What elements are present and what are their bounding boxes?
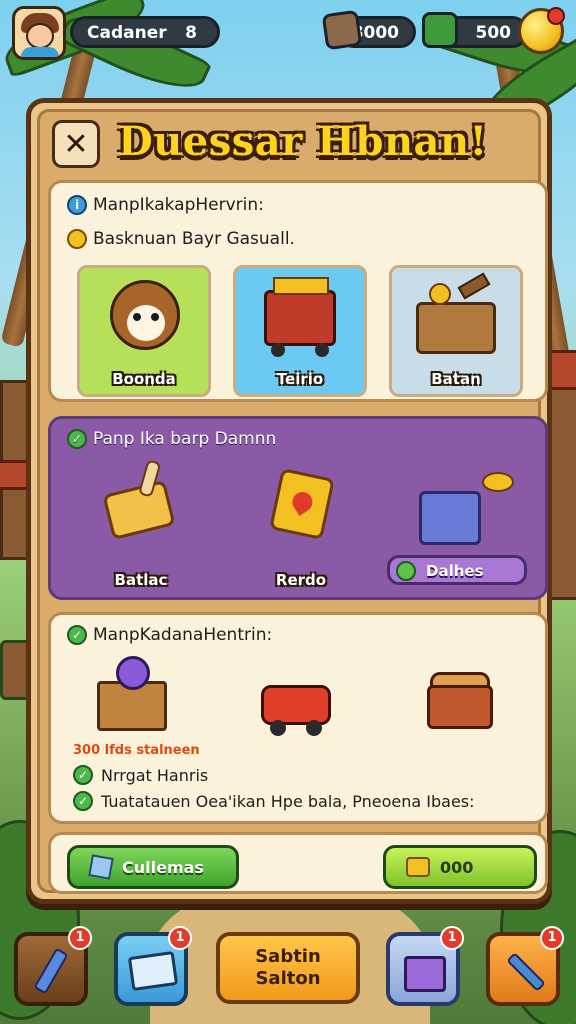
- gold-purchase-button-label: 000: [440, 857, 474, 877]
- section-rewards-heading: i ManpIkakapHervrin:: [67, 195, 264, 215]
- player-level: 8: [185, 23, 197, 43]
- cube-icon: [88, 854, 114, 880]
- close-x-icon: ✕: [63, 126, 89, 162]
- cullemas-button[interactable]: Cullemas: [67, 845, 239, 889]
- action-button-row: Cullemas 000: [48, 832, 548, 894]
- dalhes-button-label: Dalhes: [426, 562, 484, 580]
- section-daily-heading: ✓ Panp Ika barp Damnn: [67, 429, 276, 449]
- golden-ticket-icon: [269, 468, 335, 540]
- gift-icon: [404, 956, 446, 992]
- daily-item-label: Batlac: [114, 571, 168, 589]
- nav-gift-button[interactable]: 1: [386, 926, 464, 1006]
- notification-badge: 1: [540, 926, 564, 950]
- mission-red-note: 300 lfds stalneen: [73, 743, 200, 758]
- nav-paint-button[interactable]: 1: [14, 926, 92, 1006]
- reward-card-label: Boonda: [112, 370, 176, 388]
- section-daily-items: ✓ Panp Ika barp Damnn Batlac Rerdo Dalhe…: [48, 416, 548, 600]
- check-icon: ✓: [67, 625, 87, 645]
- tools-icon: [506, 952, 546, 992]
- nav-main-button-line2: Salton: [255, 968, 321, 989]
- nav-main-button-line1: Sabtin: [255, 946, 321, 967]
- section-rewards: i ManpIkakapHervrin: Basknuan Bayr Gasua…: [48, 180, 548, 402]
- loot-crate-icon: [416, 272, 496, 354]
- section-rewards-subheading: Basknuan Bayr Gasuall.: [67, 229, 295, 249]
- crate-icon: [422, 12, 458, 48]
- gold-purchase-button[interactable]: 000: [383, 845, 537, 889]
- notification-badge: 1: [440, 926, 464, 950]
- puppy-pet-icon: [110, 280, 180, 350]
- cullemas-button-label: Cullemas: [122, 857, 204, 877]
- gold-bar-icon: [406, 857, 430, 877]
- info-icon: i: [67, 195, 87, 215]
- player-avatar-icon[interactable]: [12, 6, 66, 60]
- mission-line-text: Tuatatauen Oea'ikan Hpe bala, Pneoena Ib…: [101, 791, 475, 811]
- gem-chest-icon: [321, 9, 363, 51]
- mission-line-1: ✓ Nrrgat Hanris: [73, 765, 208, 785]
- daily-item-batlac[interactable]: Batlac: [71, 459, 211, 593]
- panel-title-bar: ✕ Duessar Hbnan!: [40, 112, 538, 178]
- mission-item-3[interactable]: [407, 655, 517, 745]
- reward-card-boonda[interactable]: Boonda: [77, 265, 211, 397]
- mission-item-2[interactable]: [247, 655, 357, 745]
- nav-tools-button[interactable]: 1: [486, 926, 564, 1006]
- treasure-cart-icon: [264, 277, 336, 357]
- section-rewards-subtitle: Basknuan Bayr Gasuall.: [93, 229, 295, 249]
- section-missions-title: ManpKadanaHentrin:: [93, 625, 273, 645]
- toy-car-icon: [261, 685, 331, 736]
- notification-badge: 1: [168, 926, 192, 950]
- mission-line-text: Nrrgat Hanris: [101, 765, 209, 785]
- mission-item-1[interactable]: [87, 655, 197, 745]
- daily-item-label: Rerdo: [275, 571, 327, 589]
- nav-mail-button[interactable]: 1: [114, 926, 192, 1006]
- top-status-bar: Cadaner 8 8000 500: [0, 0, 576, 66]
- section-missions: ✓ ManpKadanaHentrin: 300 lfds stalneen ✓…: [48, 612, 548, 824]
- reward-card-label: Batan: [431, 370, 481, 388]
- check-icon: ✓: [73, 791, 93, 811]
- magic-crate-icon: [97, 656, 167, 731]
- section-rewards-title: ManpIkakapHervrin:: [93, 195, 264, 215]
- gift-box-icon: [419, 472, 514, 545]
- dalhes-button[interactable]: Dalhes: [387, 555, 527, 585]
- reward-card-teirio[interactable]: Teirio: [233, 265, 367, 397]
- mission-line-2: ✓ Tuatatauen Oea'ikan Hpe bala, Pneoena …: [73, 791, 475, 811]
- close-button[interactable]: ✕: [52, 120, 100, 168]
- player-name: Cadaner: [87, 23, 167, 43]
- check-icon: ✓: [73, 765, 93, 785]
- leaf-icon: [396, 561, 416, 581]
- section-missions-heading: ✓ ManpKadanaHentrin:: [67, 625, 272, 645]
- daily-item-rerdo[interactable]: Rerdo: [231, 463, 371, 593]
- check-icon: ✓: [67, 429, 87, 449]
- resource-counter-2-value: 500: [475, 23, 512, 43]
- quest-panel: ✕ Duessar Hbnan! i ManpIkakapHervrin: Ba…: [26, 98, 552, 904]
- notification-badge: 1: [68, 926, 92, 950]
- player-name-box: Cadaner 8: [70, 16, 220, 48]
- reward-card-label: Teirio: [276, 370, 324, 388]
- mail-box-icon: [127, 950, 179, 992]
- paint-brush-icon: [33, 947, 69, 995]
- reward-card-batan[interactable]: Batan: [389, 265, 523, 397]
- bone-cheese-icon: [102, 459, 176, 541]
- coin-small-icon: [67, 229, 87, 249]
- section-daily-title: Panp Ika barp Damnn: [93, 429, 277, 449]
- panel-title: Duessar Hbnan!: [118, 118, 488, 165]
- coin-icon[interactable]: [518, 7, 565, 54]
- wheeled-chest-icon: [427, 672, 493, 729]
- nav-main-button[interactable]: Sabtin Salton: [216, 932, 360, 1004]
